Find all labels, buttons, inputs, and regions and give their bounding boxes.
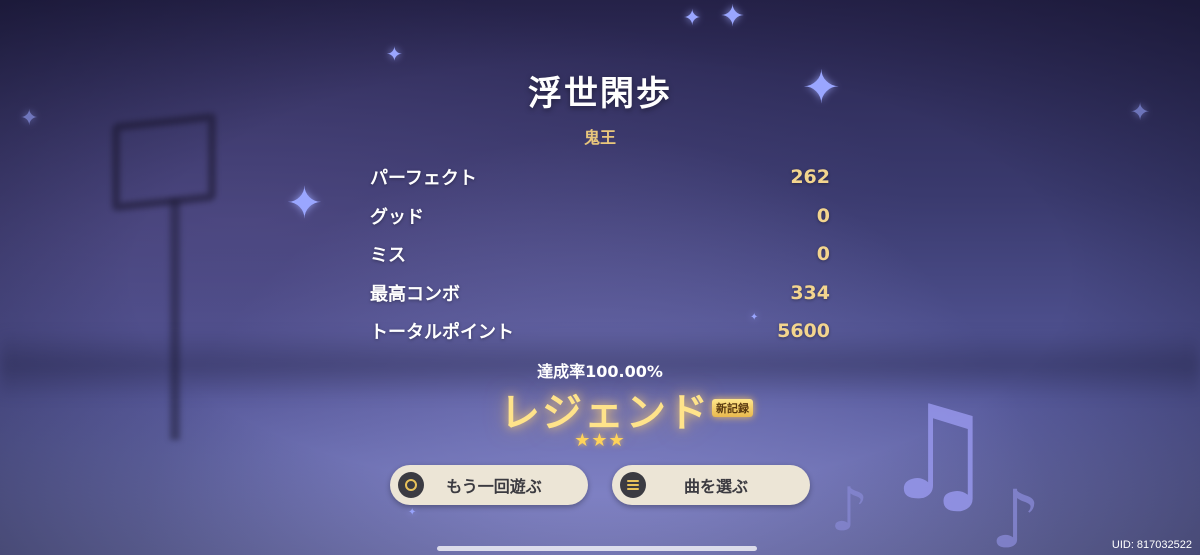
star-rating: ★★★ xyxy=(574,430,626,451)
song-title: 浮世閑歩 xyxy=(528,74,672,114)
menu-icon xyxy=(620,472,646,498)
results-screen: ✦ ✦ ✦ ✦ ✦ ✦ ✦ ✦ ✦ ♫ ♪ ♪ 浮世閑歩 鬼王 パーフェクト 2… xyxy=(0,0,1200,555)
replay-button[interactable]: もう一回遊ぶ xyxy=(390,465,588,505)
stat-value: 0 xyxy=(816,204,830,227)
stat-row-good: グッド 0 xyxy=(370,197,830,236)
new-record-badge: 新記録 xyxy=(712,399,753,417)
completion-rate: 達成率100.00% xyxy=(537,362,663,381)
stat-label: トータルポイント xyxy=(370,322,514,344)
stat-label: 最高コンボ xyxy=(370,283,460,305)
stat-label: ミス xyxy=(370,245,406,267)
stat-row-perfect: パーフェクト 262 xyxy=(370,158,830,197)
sparkle-icon: ✦ xyxy=(683,6,702,31)
home-indicator[interactable] xyxy=(437,546,757,551)
stat-row-total-points: トータルポイント 5600 xyxy=(370,312,830,351)
stats-list: パーフェクト 262 グッド 0 ミス 0 最高コンボ 334 トータルポイント… xyxy=(370,158,830,351)
select-song-button-label: 曲を選ぶ xyxy=(683,477,748,496)
sparkle-icon: ✦ xyxy=(1130,98,1151,126)
stat-value: 0 xyxy=(816,243,830,266)
stat-label: パーフェクト xyxy=(370,168,477,190)
uid-label: UID: 817032522 xyxy=(1111,539,1192,551)
stat-value: 262 xyxy=(790,166,830,189)
stat-value: 5600 xyxy=(777,320,830,343)
sparkle-icon: ✦ xyxy=(408,507,417,518)
difficulty-label: 鬼王 xyxy=(583,128,616,147)
replay-button-label: もう一回遊ぶ xyxy=(446,477,542,496)
circle-icon xyxy=(398,472,424,498)
sparkle-icon: ✦ xyxy=(286,178,323,229)
stat-label: グッド xyxy=(370,206,424,228)
select-song-button[interactable]: 曲を選ぶ xyxy=(612,465,810,505)
sparkle-icon: ✦ xyxy=(20,106,39,131)
sparkle-icon: ✦ xyxy=(720,0,746,34)
music-note-icon: ♫ xyxy=(880,377,997,529)
stat-row-miss: ミス 0 xyxy=(370,235,830,274)
stat-row-max-combo: 最高コンボ 334 xyxy=(370,274,830,313)
music-note-icon: ♪ xyxy=(830,475,869,545)
music-note-icon: ♪ xyxy=(990,473,1042,555)
stat-value: 334 xyxy=(790,281,830,304)
sparkle-icon: ✦ xyxy=(386,42,403,66)
